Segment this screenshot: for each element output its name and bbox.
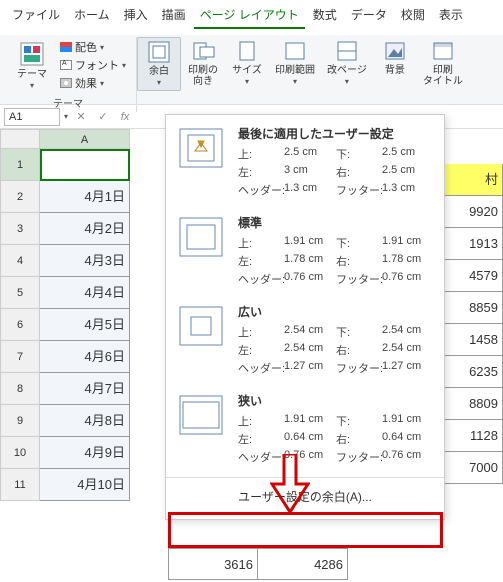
cell[interactable]: 1458 [443,324,503,356]
print-area-icon [282,39,308,63]
margins-icon [146,40,172,64]
cell[interactable]: 4579 [443,260,503,292]
row-header[interactable]: 1 [0,149,40,181]
cell[interactable]: 4月1日 [40,181,130,213]
cell[interactable]: 4月10日 [40,469,130,501]
cell[interactable]: 3616 [168,548,258,580]
menu-file[interactable]: ファイル [6,4,66,29]
cell[interactable]: 4月5日 [40,309,130,341]
name-box[interactable]: A1 [4,108,60,126]
preset-title: 広い [238,303,434,320]
margins-button[interactable]: 余白▾ [137,37,181,91]
cell[interactable]: 4月2日 [40,213,130,245]
right-column-fragment: 村 9920 1913 4579 8859 1458 6235 8809 112… [443,164,503,484]
row-header[interactable]: 6 [0,309,40,341]
annotation-red-arrow-icon [270,454,310,514]
margin-thumb-icon [176,303,226,349]
row-header[interactable]: 5 [0,277,40,309]
row-header[interactable]: 3 [0,213,40,245]
row-header[interactable]: 2 [0,181,40,213]
row-header[interactable]: 9 [0,405,40,437]
cell[interactable]: 1128 [443,420,503,452]
themes-icon [19,41,45,67]
cell[interactable]: 6235 [443,356,503,388]
preset-title: 狭い [238,392,434,409]
menu-view[interactable]: 表示 [433,4,469,29]
preset-title: 標準 [238,214,434,231]
name-box-dropdown-icon[interactable]: ▾ [64,112,68,121]
fonts-icon [60,60,72,70]
background-icon [382,39,408,63]
cell[interactable]: 4月3日 [40,245,130,277]
cell[interactable]: 4286 [258,548,348,580]
ribbon: テーマ▾ 配色 ▾ フォント ▾ 効果 ▾ テーマ 余白▾ 印刷の 向き サイズ… [0,35,503,105]
effects-button[interactable]: 効果 ▾ [60,75,126,91]
ribbon-group-themes: テーマ▾ 配色 ▾ フォント ▾ 効果 ▾ テーマ [4,37,137,112]
menu-home[interactable]: ホーム [68,4,116,29]
cell[interactable]: 村 [443,164,503,196]
menu-draw[interactable]: 描画 [156,4,192,29]
margin-thumb-icon [176,125,226,171]
orientation-button[interactable]: 印刷の 向き [181,37,225,89]
breaks-button[interactable]: 改ページ▾ [321,37,373,89]
cell[interactable]: 8859 [443,292,503,324]
cell[interactable]: 4月8日 [40,405,130,437]
row-header[interactable]: 10 [0,437,40,469]
fonts-button[interactable]: フォント ▾ [60,57,126,73]
print-titles-icon [430,39,456,63]
row-header[interactable]: 4 [0,245,40,277]
colors-button[interactable]: 配色 ▾ [60,39,126,55]
menu-insert[interactable]: 挿入 [118,4,154,29]
cell[interactable]: 1913 [443,228,503,260]
menu-page-layout[interactable]: ページ レイアウト [194,4,305,29]
cell[interactable]: 9920 [443,196,503,228]
cell[interactable]: 4月6日 [40,341,130,373]
column-header-a[interactable]: A [40,129,130,149]
background-button[interactable]: 背景 [373,37,417,78]
row-header[interactable]: 8 [0,373,40,405]
preset-title: 最後に適用したユーザー設定 [238,125,434,142]
cell[interactable]: 4月7日 [40,373,130,405]
cell[interactable]: 4月4日 [40,277,130,309]
print-area-button[interactable]: 印刷範囲▾ [269,37,321,89]
themes-button[interactable]: テーマ▾ [10,39,54,93]
enter-icon[interactable]: ✓ [94,108,112,126]
cell[interactable]: 8809 [443,388,503,420]
row-header[interactable]: 7 [0,341,40,373]
cell-a1[interactable] [40,149,130,181]
menu-formulas[interactable]: 数式 [307,4,343,29]
cancel-icon[interactable]: ✕ [72,108,90,126]
fx-icon[interactable]: fx [116,108,134,126]
margin-preset-wide[interactable]: 広い 上:2.54 cm 下:2.54 cm 左:2.54 cm 右:2.54 … [166,295,444,384]
cell[interactable]: 7000 [443,452,503,484]
menu-data[interactable]: データ [345,4,393,29]
menu-bar: ファイル ホーム 挿入 描画 ページ レイアウト 数式 データ 校閲 表示 [0,0,503,35]
margin-thumb-icon [176,214,226,260]
margin-preset-last[interactable]: 最後に適用したユーザー設定 上:2.5 cm 下:2.5 cm 左:3 cm 右… [166,115,444,206]
print-titles-button[interactable]: 印刷 タイトル [417,37,469,89]
orientation-icon [190,39,216,63]
breaks-icon [334,39,360,63]
colors-icon [60,42,72,52]
cell[interactable]: 4月9日 [40,437,130,469]
effects-icon [60,78,72,88]
annotation-red-box [168,512,443,548]
size-button[interactable]: サイズ▾ [225,37,269,89]
margin-thumb-icon [176,392,226,438]
bottom-row-fragment: 3616 4286 [168,548,348,580]
size-icon [234,39,260,63]
menu-review[interactable]: 校閲 [395,4,431,29]
margin-preset-normal[interactable]: 標準 上:1.91 cm 下:1.91 cm 左:1.78 cm 右:1.78 … [166,206,444,295]
select-all-corner[interactable] [0,129,40,149]
row-header[interactable]: 11 [0,469,40,501]
